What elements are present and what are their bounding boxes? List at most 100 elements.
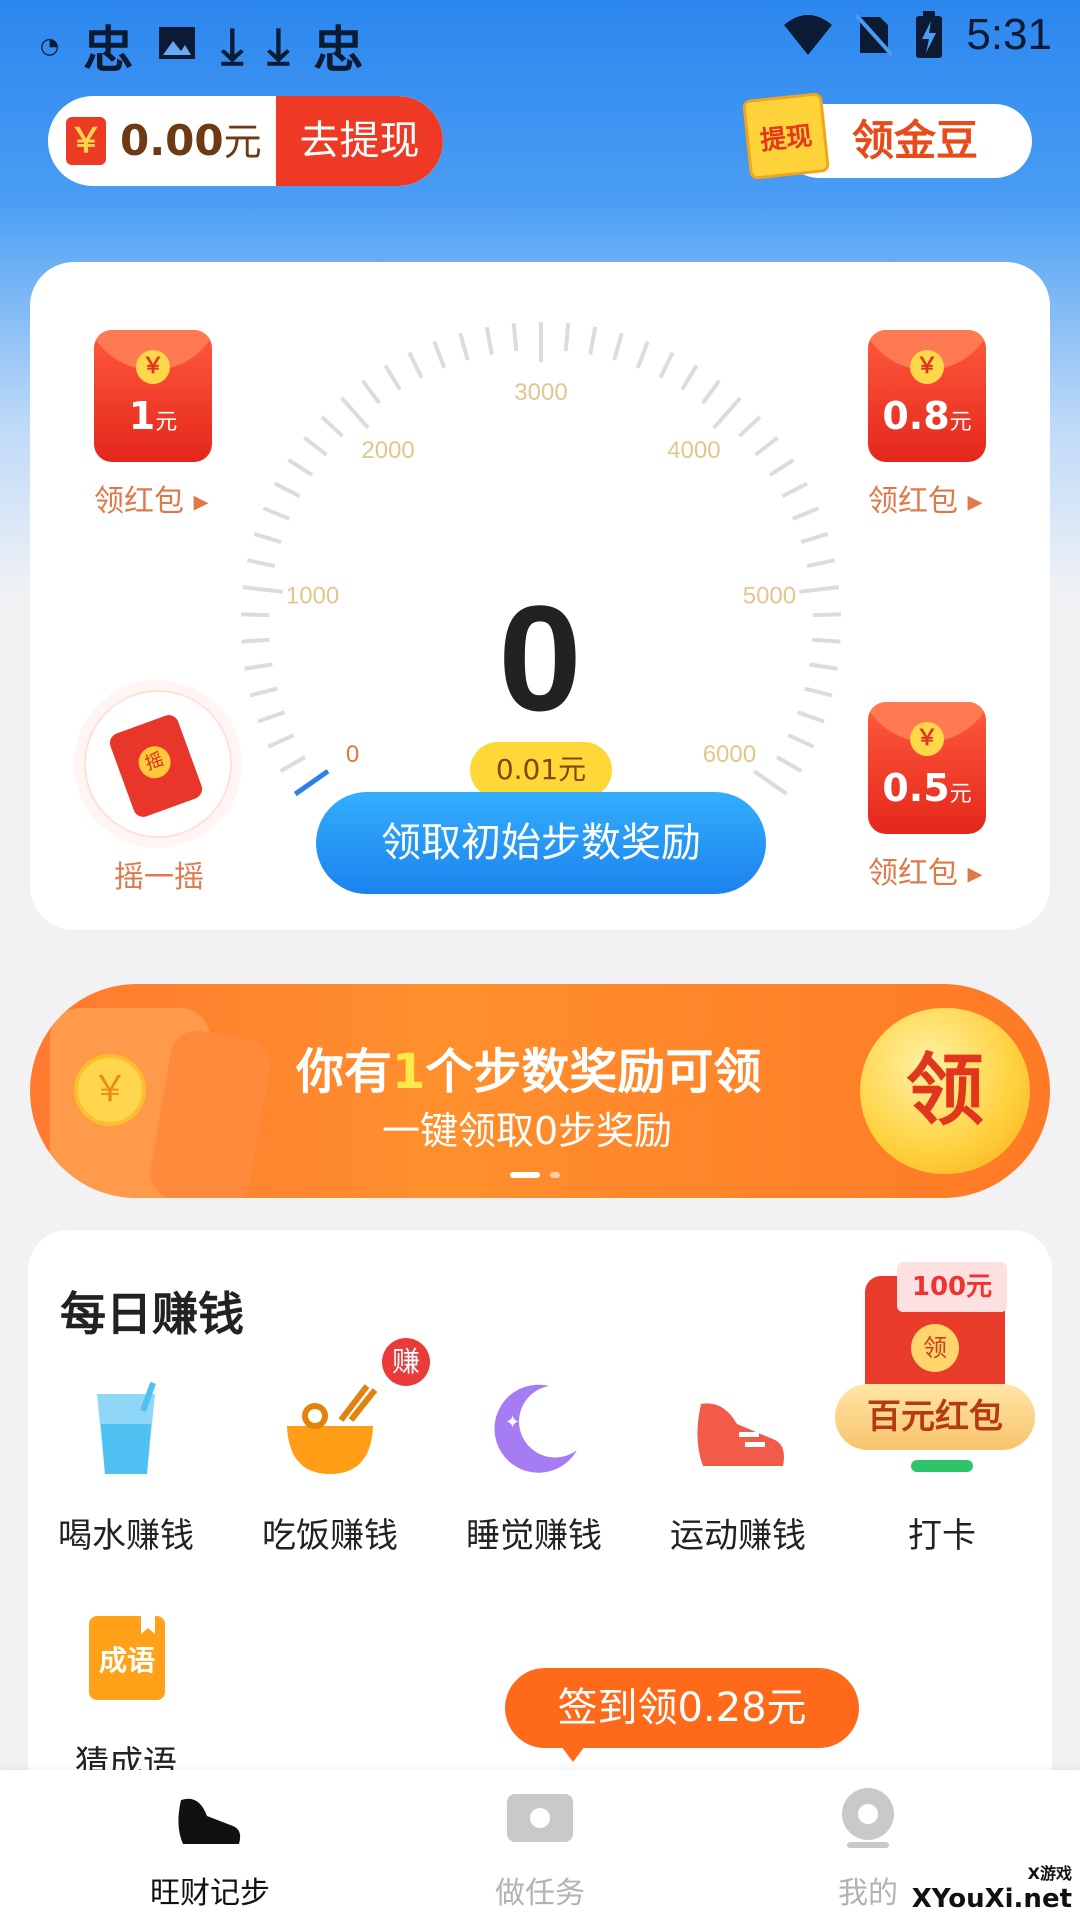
gold-beans-button[interactable]: 提现 领金豆 (742, 92, 1032, 180)
gauge-tick (432, 340, 447, 369)
gauge-tick (247, 558, 276, 568)
checkin-bubble[interactable]: 签到领0.28元 (505, 1668, 859, 1762)
yen-coin-icon: ￥ (910, 722, 944, 756)
step-counter-card: 0 1000 2000 3000 4000 5000 6000 0 0.01元 领取初始步数… (30, 262, 1050, 930)
yen-coin-icon: ￥ (136, 350, 170, 384)
carousel-dots (510, 1172, 560, 1178)
ticket-icon (507, 1794, 573, 1842)
gauge-tick (781, 481, 809, 499)
gauge-tick (293, 769, 330, 797)
gauge-tick (680, 364, 699, 391)
gauge-tick (407, 351, 424, 379)
gauge-tick (273, 481, 301, 499)
gauge-tick (800, 531, 829, 545)
gauge-tick-label: 2000 (361, 437, 414, 464)
banner-title: 你有1个步数奖励可领 (296, 1044, 762, 1100)
nav-step-counter[interactable]: 旺财记步 (110, 1786, 310, 1912)
red-packet-label[interactable]: 领红包 ▸ (868, 476, 983, 520)
shake-envelope-icon: 摇 (107, 712, 205, 820)
wallet-unit: 元 (223, 120, 262, 164)
watermark-logo: X游戏 XYouXi.net (911, 1864, 1072, 1914)
hundred-seal: 领 (911, 1324, 959, 1372)
gauge-tick-label: 4000 (667, 437, 720, 464)
red-packet-1[interactable]: ￥ 1元 (94, 330, 212, 462)
no-sim-icon (856, 13, 893, 57)
gauge-tick-label: 3000 (514, 379, 567, 406)
wallet-pill[interactable]: ￥ 0.00元 去提现 (48, 96, 443, 186)
moon-icon: ✦ (479, 1380, 589, 1480)
gauge-tick (752, 769, 788, 796)
gauge-tick (635, 340, 650, 369)
status-notification-icons: ◔ 忠 ⤓ ⤓ 忠 (40, 10, 363, 82)
red-packet-2[interactable]: ￥ 0.8元 (868, 330, 986, 462)
earn-badge: 赚 (382, 1338, 430, 1386)
gauge-tick (262, 506, 291, 521)
task-water[interactable]: 喝水赚钱 (36, 1380, 216, 1557)
gauge-tick (738, 415, 762, 438)
image-icon (157, 17, 197, 75)
wallet-balance: 0.00元 (106, 96, 276, 186)
yen-coin-icon: ￥ (910, 350, 944, 384)
hundred-yuan-redpacket[interactable]: 100元 领 百元红包 (835, 1262, 1051, 1462)
water-glass-icon (71, 1380, 181, 1480)
gauge-tick (806, 558, 835, 568)
gold-beans-label: 领金豆 (852, 116, 979, 165)
carousel-dot-active (510, 1172, 540, 1178)
red-packet-label[interactable]: 领红包 ▸ (868, 848, 983, 892)
gauge-tick (320, 415, 344, 438)
step-reward-banner[interactable]: ￥ 你有1个步数奖励可领 一键领取0步奖励 领 (30, 984, 1050, 1198)
gauge-tick (776, 755, 803, 773)
app-notification-icon: 忠 (313, 21, 364, 79)
shake-label[interactable]: 摇一摇 (114, 852, 204, 896)
gauge-tick (340, 396, 370, 430)
gauge-tick (701, 379, 721, 405)
shake-button[interactable]: 摇 (84, 690, 232, 838)
gauge-tick (458, 332, 470, 361)
gauge-tick (361, 379, 381, 405)
sneaker-nav-icon (178, 1798, 241, 1844)
hundred-note: 100元 (897, 1262, 1007, 1312)
gauge-tick (253, 531, 282, 545)
gauge-tick (791, 506, 820, 521)
task-sleep[interactable]: ✦ 睡觉赚钱 (444, 1380, 624, 1557)
download-icon: ⤓ (221, 16, 244, 75)
app-notification-icon: 忠 (83, 21, 134, 79)
gauge-tick (612, 332, 624, 361)
task-meal[interactable]: 吃饭赚钱 (240, 1380, 420, 1557)
status-time: 5:31 (966, 10, 1052, 59)
task-exercise[interactable]: 运动赚钱 (648, 1380, 828, 1557)
gauge-tick (303, 436, 328, 457)
status-system-icons: 5:31 (782, 10, 1052, 60)
yen-icon: ￥ (66, 117, 106, 165)
claim-coin-button[interactable]: 领 (860, 1008, 1030, 1174)
gauge-tick (712, 396, 742, 430)
withdraw-button[interactable]: 去提现 (276, 96, 443, 186)
svg-text:✦: ✦ (505, 1412, 520, 1433)
task-idiom[interactable]: 成语 猜成语 (36, 1608, 216, 1785)
download-icon: ⤓ (267, 16, 290, 75)
red-packet-label[interactable]: 领红包 ▸ (94, 476, 209, 520)
claim-initial-steps-button[interactable]: 领取初始步数奖励 (316, 792, 766, 894)
gauge-tick (383, 364, 402, 391)
withdraw-ticket-icon: 提现 (742, 92, 830, 180)
idiom-book-icon: 成语 (71, 1608, 181, 1708)
gauge-tick (658, 351, 675, 379)
hundred-label: 百元红包 (835, 1384, 1035, 1450)
nav-tasks[interactable]: 做任务 (440, 1786, 640, 1912)
rice-bowl-icon (275, 1380, 385, 1480)
battery-charging-icon (916, 11, 943, 58)
red-packet-value: 0.8元 (882, 394, 972, 438)
gauge-tick (511, 323, 519, 352)
banner-subtitle: 一键领取0步奖励 (382, 1109, 673, 1153)
sneaker-icon (683, 1380, 793, 1480)
gauge-tick (484, 326, 494, 355)
red-packet-3[interactable]: ￥ 0.5元 (868, 702, 986, 834)
profile-icon (842, 1788, 894, 1848)
gauge-tick (588, 326, 598, 355)
status-bar: ◔ 忠 ⤓ ⤓ 忠 5:31 (0, 0, 1080, 79)
gauge-tick (279, 755, 306, 773)
wallet-amount: 0.00 (120, 116, 224, 165)
red-packet-value: 0.5元 (882, 766, 972, 810)
gauge-tick (563, 323, 571, 352)
carousel-dot (550, 1172, 560, 1178)
